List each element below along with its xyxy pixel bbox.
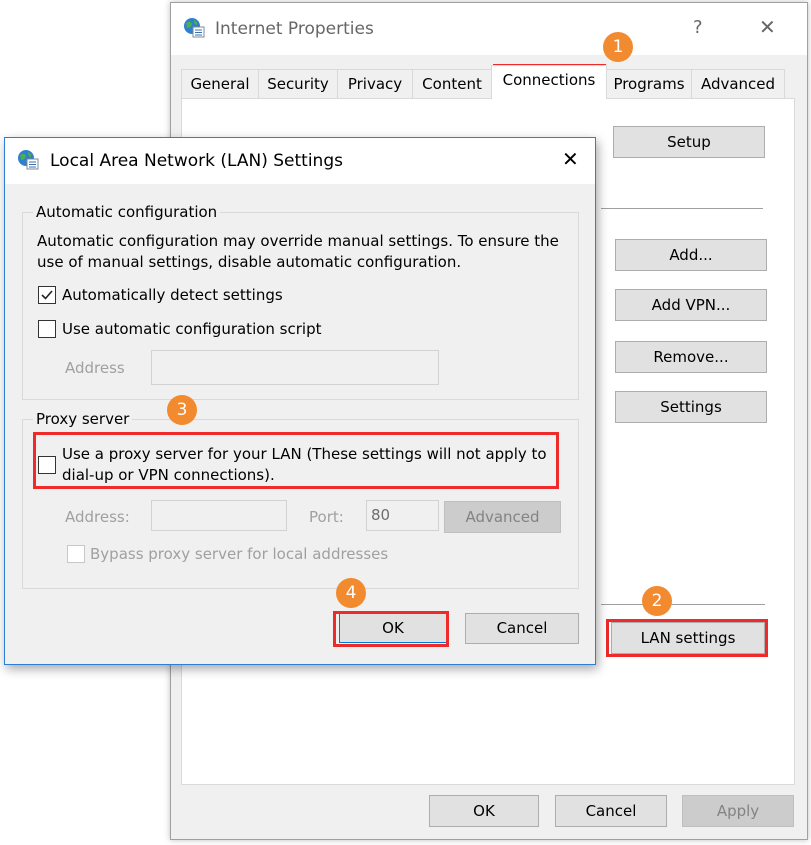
proxy-port-label: Port:: [309, 508, 344, 526]
dialog-cancel-button[interactable]: Cancel: [465, 613, 579, 644]
window-title: Internet Properties: [215, 19, 374, 39]
remove-button[interactable]: Remove...: [615, 341, 767, 373]
tab-programs[interactable]: Programs: [606, 69, 692, 98]
auto-detect-label[interactable]: Automatically detect settings: [62, 286, 283, 304]
use-proxy-checkbox[interactable]: [38, 456, 56, 474]
dialog-title: Local Area Network (LAN) Settings: [50, 151, 343, 171]
internet-options-globe-icon: [18, 150, 39, 170]
use-proxy-label[interactable]: Use a proxy server for your LAN (These s…: [62, 445, 547, 463]
dialog-title-bar: Local Area Network (LAN) Settings ✕: [5, 138, 595, 184]
step-badge-4: 4: [336, 578, 366, 608]
dialog-close-button[interactable]: ✕: [562, 147, 579, 171]
internet-options-globe-icon: [184, 18, 205, 38]
checkmark-icon: [41, 290, 53, 300]
add-vpn-button[interactable]: Add VPN...: [615, 289, 767, 321]
step-badge-1: 1: [603, 32, 633, 62]
bypass-local-checkbox[interactable]: [67, 545, 85, 563]
ok-button[interactable]: OK: [429, 795, 539, 827]
add-button[interactable]: Add...: [615, 239, 767, 271]
tab-content[interactable]: Content: [412, 69, 492, 98]
help-button[interactable]: ?: [693, 17, 703, 38]
separator: [601, 208, 763, 209]
bypass-local-label[interactable]: Bypass proxy server for local addresses: [90, 545, 388, 563]
script-address-label: Address: [65, 359, 125, 377]
script-address-input[interactable]: [151, 350, 439, 385]
separator: [601, 604, 765, 605]
close-button[interactable]: ✕: [759, 15, 776, 39]
auto-detect-checkbox[interactable]: [38, 286, 56, 304]
dialog-ok-button[interactable]: OK: [339, 613, 447, 643]
proxy-server-legend: Proxy server: [33, 410, 133, 428]
proxy-advanced-button[interactable]: Advanced: [444, 501, 561, 533]
auto-config-description: Automatic configuration may override man…: [37, 232, 559, 250]
cancel-button[interactable]: Cancel: [555, 795, 667, 827]
proxy-address-input[interactable]: [151, 500, 287, 531]
step-badge-3: 3: [167, 395, 197, 425]
tab-privacy[interactable]: Privacy: [337, 69, 413, 98]
lan-settings-dialog: Local Area Network (LAN) Settings ✕ Auto…: [4, 137, 596, 665]
tab-general[interactable]: General: [181, 69, 259, 98]
auto-config-legend: Automatic configuration: [33, 203, 221, 221]
title-bar: Internet Properties ? ✕: [171, 3, 807, 55]
proxy-port-input[interactable]: 80: [366, 500, 439, 531]
use-script-label[interactable]: Use automatic configuration script: [62, 320, 321, 338]
proxy-address-label: Address:: [65, 508, 130, 526]
auto-config-description: use of manual settings, disable automati…: [37, 253, 462, 271]
lan-settings-button[interactable]: LAN settings: [611, 622, 765, 654]
use-proxy-label[interactable]: dial-up or VPN connections).: [62, 466, 275, 484]
settings-button[interactable]: Settings: [615, 391, 767, 423]
tab-connections[interactable]: Connections: [491, 65, 607, 99]
use-script-checkbox[interactable]: [38, 320, 56, 338]
tab-advanced[interactable]: Advanced: [691, 69, 785, 98]
step-badge-2: 2: [642, 586, 672, 616]
setup-button[interactable]: Setup: [613, 126, 765, 158]
tab-security[interactable]: Security: [258, 69, 338, 98]
apply-button[interactable]: Apply: [682, 795, 794, 827]
